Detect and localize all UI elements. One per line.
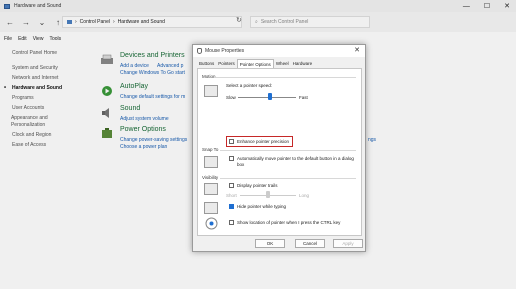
snap-to-label[interactable]: Automatically move pointer to the defaul… bbox=[237, 156, 355, 168]
dialog-tabs: Buttons Pointers Pointer Options Wheel H… bbox=[197, 59, 314, 68]
motion-pointer-icon bbox=[204, 85, 218, 97]
trails-icon bbox=[204, 183, 218, 195]
pointer-options-panel: Motion Select a pointer speed: Slow Fast… bbox=[197, 68, 362, 236]
tab-pointer-options[interactable]: Pointer Options bbox=[236, 59, 274, 68]
highlight-box bbox=[226, 136, 293, 147]
tab-buttons[interactable]: Buttons bbox=[197, 59, 216, 68]
mouse-properties-dialog: Mouse Properties ✕ Buttons Pointers Poin… bbox=[192, 44, 366, 252]
typing-icon bbox=[204, 202, 218, 214]
motion-group-label: Motion bbox=[202, 74, 216, 79]
trails-slider-thumb[interactable] bbox=[266, 191, 270, 198]
show-location-checkbox[interactable] bbox=[229, 220, 234, 225]
long-label: Long bbox=[299, 193, 310, 198]
snap-pointer-icon bbox=[204, 156, 218, 168]
show-location-label[interactable]: Show location of pointer when I press th… bbox=[237, 220, 340, 225]
tab-wheel[interactable]: Wheel bbox=[274, 59, 291, 68]
hide-while-typing-label[interactable]: Hide pointer while typing bbox=[237, 204, 286, 209]
pointer-trails-checkbox[interactable] bbox=[229, 183, 234, 188]
visibility-group-label: Visibility bbox=[202, 175, 219, 180]
apply-button[interactable]: Apply bbox=[333, 239, 363, 248]
dialog-close-button[interactable]: ✕ bbox=[354, 46, 360, 54]
speed-label: Select a pointer speed: bbox=[226, 83, 273, 88]
control-panel-window: Hardware and Sound — ☐ ✕ ← → ⌄ ↑ › Contr… bbox=[0, 0, 516, 289]
speed-slider-thumb[interactable] bbox=[267, 93, 272, 100]
mouse-icon bbox=[197, 48, 202, 54]
snap-group-label: Snap To bbox=[202, 147, 219, 152]
dialog-title: Mouse Properties bbox=[205, 48, 245, 54]
tab-pointers[interactable]: Pointers bbox=[216, 59, 237, 68]
slow-label: Slow bbox=[226, 95, 236, 100]
cancel-button[interactable]: Cancel bbox=[295, 239, 325, 248]
ctrl-locate-icon bbox=[205, 217, 218, 230]
pointer-trails-label[interactable]: Display pointer trails bbox=[237, 183, 278, 188]
short-label: Short bbox=[226, 193, 237, 198]
dialog-title-bar: Mouse Properties ✕ bbox=[193, 45, 365, 57]
tab-hardware[interactable]: Hardware bbox=[291, 59, 315, 68]
fast-label: Fast bbox=[299, 95, 308, 100]
ok-button[interactable]: OK bbox=[255, 239, 285, 248]
hide-while-typing-checkbox[interactable] bbox=[229, 204, 234, 209]
snap-to-checkbox[interactable] bbox=[229, 156, 234, 161]
